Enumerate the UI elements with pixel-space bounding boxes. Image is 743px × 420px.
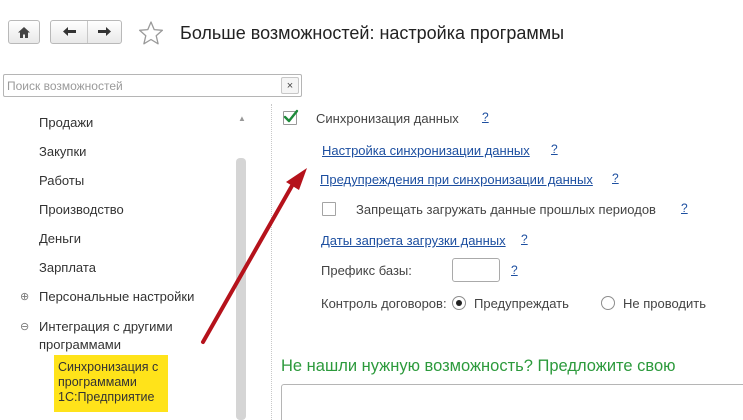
forbid-dates-link[interactable]: Даты запрета загрузки данных (321, 233, 506, 248)
panel-divider (271, 104, 272, 420)
sidebar-item-personal-settings[interactable]: Персональные настройки (39, 288, 194, 306)
sidebar-item-money[interactable]: Деньги (39, 230, 81, 248)
sync-checkbox[interactable] (283, 109, 299, 125)
star-icon[interactable] (138, 20, 164, 49)
sync-settings-help-link[interactable]: ? (551, 142, 558, 156)
prefix-input[interactable] (452, 258, 500, 282)
collapse-icon[interactable]: ⊖ (20, 320, 29, 333)
history-nav (50, 20, 122, 44)
sidebar-item-works[interactable]: Работы (39, 172, 84, 190)
search-input[interactable] (4, 75, 280, 96)
scroll-up-icon[interactable]: ▲ (238, 114, 246, 123)
sidebar-item-integration-line1: Интеграция с другими (39, 319, 173, 334)
arrow-left-icon (62, 25, 77, 40)
sidebar-item-integration[interactable]: Интеграция с другими программами (39, 318, 173, 354)
sidebar-item-integration-line2: программами (39, 337, 122, 352)
prefix-help-link[interactable]: ? (511, 263, 518, 277)
sidebar-item-sales[interactable]: Продажи (39, 114, 93, 132)
home-icon (9, 21, 39, 43)
close-icon: × (286, 79, 294, 92)
checkmark-icon (283, 109, 299, 123)
prefix-label: Префикс базы: (321, 263, 412, 278)
sidebar-scrollbar[interactable] (236, 158, 246, 420)
clear-search-button[interactable]: × (281, 77, 299, 94)
radio-warn[interactable] (452, 296, 466, 310)
sidebar-item-sync-1c[interactable]: Синхронизация с программами 1С:Предприят… (54, 355, 168, 412)
sync-checkbox-label: Синхронизация данных (316, 111, 459, 126)
forbid-past-periods-label: Запрещать загружать данные прошлых перио… (356, 202, 656, 217)
sync-warnings-link[interactable]: Предупреждения при синхронизации данных (320, 172, 593, 187)
sidebar-item-purchases[interactable]: Закупки (39, 143, 86, 161)
radio-no-post[interactable] (601, 296, 615, 310)
suggest-feature-input[interactable] (281, 384, 743, 420)
expand-icon[interactable]: ⊕ (20, 290, 29, 303)
arrow-right-icon (97, 25, 112, 40)
sidebar-item-sync-line1: Синхронизация с (58, 360, 159, 374)
forbid-dates-help-link[interactable]: ? (521, 232, 528, 246)
home-button[interactable] (8, 20, 40, 44)
sync-warnings-help-link[interactable]: ? (612, 171, 619, 185)
sidebar-item-production[interactable]: Производство (39, 201, 124, 219)
sync-help-link[interactable]: ? (482, 110, 489, 124)
radio-no-post-label[interactable]: Не проводить (623, 296, 706, 311)
back-button[interactable] (51, 21, 87, 43)
suggest-feature-title: Не нашли нужную возможность? Предложите … (281, 357, 676, 375)
search-box: × (3, 74, 302, 97)
forbid-past-periods-checkbox[interactable] (322, 202, 336, 216)
scrollbar-thumb[interactable] (236, 158, 246, 420)
contract-control-label: Контроль договоров: (321, 296, 447, 311)
sidebar-item-salary[interactable]: Зарплата (39, 259, 96, 277)
radio-warn-label[interactable]: Предупреждать (474, 296, 569, 311)
forbid-past-periods-help-link[interactable]: ? (681, 201, 688, 215)
forward-button[interactable] (87, 21, 121, 43)
sidebar-item-sync-line2: программами (58, 375, 137, 389)
sync-settings-link[interactable]: Настройка синхронизации данных (322, 143, 530, 158)
page-title: Больше возможностей: настройка программы (180, 23, 565, 43)
sidebar-item-sync-line3: 1С:Предприятие (58, 390, 155, 404)
